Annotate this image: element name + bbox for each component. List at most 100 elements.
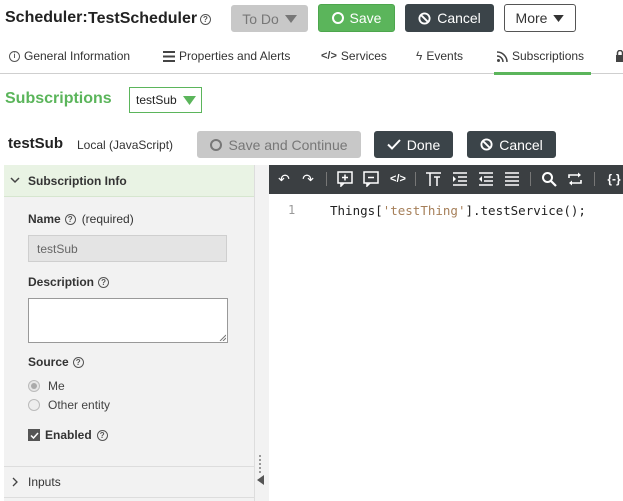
tab-label: Services: [340, 49, 387, 63]
enabled-label: Enabled: [45, 428, 92, 442]
code-editor[interactable]: 1 Things['testThing'].testService();: [269, 194, 623, 501]
description-field-label: Description ?: [28, 275, 110, 289]
source-option-label: Me: [48, 379, 65, 393]
save-icon: [331, 12, 344, 24]
todo-label: To Do: [242, 10, 279, 27]
source-option-me[interactable]: Me: [28, 379, 65, 393]
page-title-prefix: Scheduler:: [5, 9, 88, 26]
radio-unselected[interactable]: [28, 399, 40, 411]
section-title: Subscription Info: [28, 173, 127, 188]
resize-handle-icon[interactable]: [219, 334, 226, 341]
source-option-label: Other entity: [48, 398, 111, 412]
collapse-left-icon[interactable]: [257, 475, 265, 485]
subscription-name: testSub: [8, 135, 64, 152]
enabled-checkbox-row[interactable]: Enabled ?: [28, 428, 108, 442]
chevron-down-icon: [284, 14, 297, 23]
cancel-label: Cancel: [437, 10, 481, 26]
tab-subscriptions[interactable]: Subscriptions: [497, 49, 584, 63]
code-icon[interactable]: </>: [389, 170, 407, 188]
code-icon: </>: [321, 50, 337, 62]
inputs-section-bottom-border: [4, 497, 254, 498]
inputs-section-header[interactable]: Inputs: [4, 467, 254, 497]
remove-comment-icon[interactable]: [363, 171, 380, 187]
help-icon[interactable]: ?: [64, 213, 76, 225]
inputs-label: Inputs: [28, 475, 61, 489]
help-icon[interactable]: ?: [200, 14, 211, 25]
cancel-icon: [418, 11, 431, 25]
toolbar-separator: [530, 172, 531, 186]
format-braces-icon[interactable]: {-}: [604, 170, 623, 188]
toolbar-separator: [594, 172, 595, 186]
subscription-cancel-button[interactable]: Cancel: [467, 131, 556, 158]
check-icon: [387, 139, 401, 150]
save-label: Save: [349, 10, 382, 26]
save-button[interactable]: Save: [318, 4, 395, 32]
tab-events[interactable]: ϟ Events: [416, 49, 463, 63]
line-gutter: [269, 194, 319, 501]
done-button[interactable]: Done: [374, 131, 453, 158]
cancel-label: Cancel: [499, 136, 543, 153]
tab-label: General Information: [24, 49, 131, 63]
help-icon[interactable]: ?: [96, 429, 108, 441]
enabled-checkbox[interactable]: [28, 429, 40, 441]
todo-button[interactable]: To Do: [231, 5, 308, 32]
subscriptions-title: Subscriptions: [5, 90, 112, 107]
code-token: Things[: [330, 203, 383, 218]
lock-icon: [616, 50, 623, 62]
replace-icon[interactable]: [567, 171, 583, 187]
check-icon: [29, 431, 39, 439]
source-option-other-entity[interactable]: Other entity: [28, 398, 110, 412]
subscription-type: Local (JavaScript): [77, 138, 174, 152]
subscription-info-section-header[interactable]: Subscription Info: [4, 165, 254, 197]
done-label: Done: [406, 136, 441, 153]
indent-icon[interactable]: [452, 171, 468, 187]
name-field-label: Name ? (required): [28, 212, 134, 226]
tab-label: Subscriptions: [512, 49, 585, 63]
code-string-token: 'testThing': [382, 203, 466, 218]
required-note: (required): [81, 212, 134, 226]
page-title: TestScheduler: [88, 10, 198, 27]
chevron-down-icon: [10, 177, 20, 184]
text-size-icon[interactable]: [425, 171, 442, 187]
tab-general-information[interactable]: i General Information: [9, 49, 130, 63]
help-icon[interactable]: ?: [72, 356, 84, 368]
radio-selected[interactable]: [28, 380, 40, 392]
code-line: Things['testThing'].testService();: [330, 203, 586, 218]
undo-icon[interactable]: ↶: [275, 170, 293, 188]
description-label: Description: [28, 275, 95, 289]
save-and-continue-button[interactable]: Save and Continue: [197, 131, 361, 158]
tab-properties-and-alerts[interactable]: Properties and Alerts: [163, 49, 290, 63]
chevron-right-icon: [12, 477, 18, 487]
rss-icon: [497, 50, 508, 62]
align-justify-icon[interactable]: [504, 171, 520, 187]
description-textarea[interactable]: [28, 298, 228, 343]
panel-splitter[interactable]: [255, 165, 269, 501]
list-icon: [163, 50, 175, 62]
subscription-select[interactable]: testSub: [129, 87, 202, 113]
help-icon[interactable]: ?: [98, 276, 110, 288]
name-input-value: testSub: [37, 241, 78, 256]
source-label: Source: [28, 355, 69, 369]
bolt-icon: ϟ: [416, 49, 423, 63]
add-comment-icon[interactable]: [337, 171, 354, 187]
drag-handle-icon: [259, 455, 264, 473]
more-button[interactable]: More: [504, 4, 576, 32]
active-tab-indicator: [494, 72, 591, 75]
redo-icon[interactable]: ↷: [299, 170, 317, 188]
tab-label: Events: [426, 49, 464, 63]
outdent-icon[interactable]: [478, 171, 494, 187]
name-input[interactable]: testSub: [28, 235, 227, 262]
tab-services[interactable]: </> Services: [321, 49, 387, 63]
name-label: Name: [28, 212, 61, 226]
header-bar: Scheduler: TestScheduler ? To Do Save Ca…: [0, 0, 623, 36]
save-and-continue-label: Save and Continue: [228, 136, 348, 153]
toolbar-separator: [326, 172, 327, 186]
subscription-select-value: testSub: [136, 93, 177, 107]
subscription-info-panel: Subscription Info Name ? (required) test…: [4, 165, 255, 501]
search-icon[interactable]: [541, 171, 557, 187]
line-number: 1: [288, 203, 296, 217]
chevron-down-icon: [553, 14, 565, 22]
tab-label: Properties and Alerts: [179, 49, 291, 63]
cancel-button[interactable]: Cancel: [405, 4, 494, 32]
toolbar-separator: [415, 172, 416, 186]
